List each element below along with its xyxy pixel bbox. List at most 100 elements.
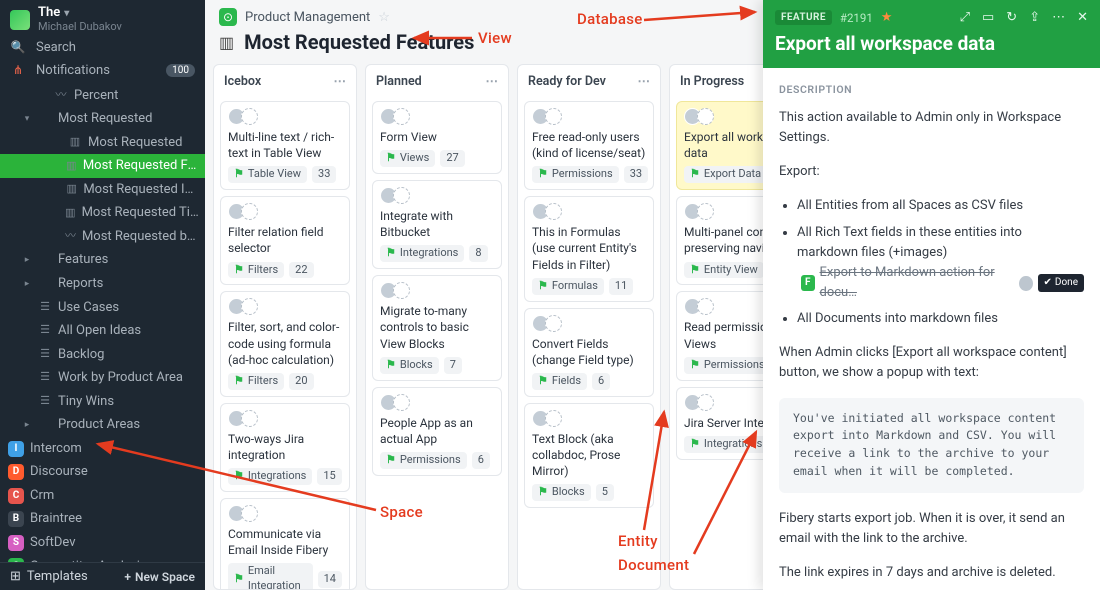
sidebar-item-label: All Open Ideas [58,322,141,340]
sidebar-item[interactable]: ▸Product Areas [0,413,205,437]
sidebar-space[interactable]: IIntercom [0,437,205,461]
card-title: Multi-line text / rich-text in Table Vie… [228,129,342,161]
detail-paragraph: The link expires in 7 days and archive i… [779,563,1084,583]
space-icon: B [8,511,24,527]
board-icon: ▥ [219,33,234,52]
card-tag: ⚑Filters [228,262,284,279]
avatar-placeholder-icon [241,108,258,125]
more-icon[interactable]: ⋯ [1052,10,1065,25]
search-row[interactable]: 🔍 Search [0,36,205,59]
detail-body: DESCRIPTION This action available to Adm… [763,68,1100,590]
view-icon: ☰ [38,370,52,385]
card-count: 11 [609,278,633,295]
sidebar-item[interactable]: ▸Reports [0,272,205,296]
sidebar-item[interactable]: ☰ All Open Ideas [0,319,205,343]
done-badge: ✔Done [1038,274,1084,292]
templates-label: Templates [27,569,88,584]
entity-detail-panel: FEATURE #2191 ★ ⤢ ▭ ↻ ⇪ ⋯ ✕ Export all w… [763,0,1100,590]
share-icon[interactable]: ⇪ [1029,10,1040,25]
tag-flag-icon: ⚑ [234,374,244,389]
templates-button[interactable]: ⊞ Templates [10,569,88,584]
card-tags: ⚑Views27 [380,150,494,167]
sidebar-space[interactable]: CCrm [0,484,205,508]
entity-card[interactable]: Free read-only users (kind of license/se… [524,101,654,190]
sidebar-item-label: Use Cases [58,299,119,317]
sidebar-item[interactable]: ☰Tiny Wins [0,390,205,414]
sidebar-item-label: Tiny Wins [58,393,114,411]
sidebar-space[interactable]: SSoftDev [0,531,205,555]
sidebar-item[interactable]: ☰Backlog [0,343,205,367]
column-menu-icon[interactable]: ⋯ [334,73,347,89]
card-count: 15 [317,468,341,485]
entity-card[interactable]: Convert Fields (change Field type)⚑Field… [524,308,654,397]
entity-card[interactable]: Form View⚑Views27 [372,101,502,174]
sidebar-item[interactable]: ▾Most Requested [0,107,205,131]
open-full-icon[interactable]: ⤢ [960,10,970,25]
detail-actions: ⤢ ▭ ↻ ⇪ ⋯ ✕ [960,10,1088,25]
space-label: Crm [30,487,54,505]
entity-card[interactable]: Communicate via Email Inside Fibery⚑Emai… [220,498,350,589]
entity-card[interactable]: Multi-line text / rich-text in Table Vie… [220,101,350,190]
sidebar-item[interactable]: 〰Percent [0,84,205,108]
sidebar-space[interactable]: CCompetitor Analysis [0,555,205,562]
card-tag: ⚑Integrations [380,245,464,262]
entity-card[interactable]: Text Block (aka collabdoc, Prose Mirror)… [524,403,654,508]
avatar-placeholder-icon [241,505,258,522]
sidebar-item[interactable]: ☰Use Cases [0,296,205,320]
linked-item-strike[interactable]: Export to Markdown action for docu… [820,263,1015,303]
card-count: 6 [472,452,490,469]
sidebar-item[interactable]: ▥Most Requested Features [0,154,205,178]
sidebar-item[interactable]: ▸Features [0,248,205,272]
sidebar-item-label: Reports [58,275,103,293]
entity-card[interactable]: Integrate with Bitbucket⚑Integrations8 [372,180,502,269]
space-label: Discourse [30,463,88,481]
new-space-button[interactable]: + New Space [124,570,195,584]
database-name[interactable]: Product Management [245,10,370,25]
card-avatars [380,394,494,411]
sidebar-space[interactable]: DDiscourse [0,460,205,484]
entity-card[interactable]: People App as an actual App⚑Permissions6 [372,387,502,476]
columns-icon[interactable]: ▭ [982,10,994,25]
avatar-placeholder-icon [697,108,714,125]
list-item: All Rich Text fields in these entities i… [797,223,1084,304]
entity-card[interactable]: Migrate to-many controls to basic View B… [372,275,502,380]
history-icon[interactable]: ↻ [1006,10,1017,25]
card-count: 20 [289,373,313,390]
notifications-row[interactable]: ⋔ Notifications 100 [0,59,205,82]
card-count: 33 [624,166,648,183]
card-avatars [380,108,494,125]
avatar-placeholder-icon [697,203,714,220]
column-menu-icon[interactable]: ⋯ [486,73,499,89]
sidebar-item[interactable]: ▥Most Requested [0,131,205,155]
close-icon[interactable]: ✕ [1077,10,1088,25]
column-menu-icon[interactable]: ⋯ [638,73,651,89]
detail-title: Export all workspace data [775,33,1088,56]
card-tag: ⚑Permissions [684,357,771,374]
card-tag: ⚑Views [380,150,435,167]
tag-flag-icon: ⚑ [386,246,396,261]
favorite-star-icon[interactable]: ★ [881,10,893,25]
card-tag: ⚑Filters [228,373,284,390]
workspace-switcher[interactable]: The ▾ Michael Dubakov [0,0,205,36]
view-icon: ☰ [38,323,52,338]
sidebar-item[interactable]: ▥Most Requested Insights [0,178,205,202]
card-count: 33 [312,166,336,183]
star-icon[interactable]: ☆ [378,10,390,25]
card-avatars [532,315,646,332]
tag-flag-icon: ⚑ [234,572,244,587]
sidebar-item-label: Most Requested [88,134,183,152]
entity-card[interactable]: Filter relation field selector⚑Filters22 [220,196,350,285]
tag-flag-icon: ⚑ [234,167,244,182]
sidebar-item[interactable]: ▥Most Requested Tiny Things [0,201,205,225]
database-icon: ⊙ [219,8,237,26]
column-header: Icebox⋯ [214,65,356,97]
card-title: Migrate to-many controls to basic View B… [380,303,494,352]
card-tag: ⚑Blocks [532,484,591,501]
sidebar-item[interactable]: 〰Most Requested by Product… [0,225,205,249]
sidebar-item[interactable]: ☰Work by Product Area [0,366,205,390]
entity-card[interactable]: This in Formulas (use current Entity's F… [524,196,654,301]
sidebar-tree: 〰Percent▾Most Requested▥Most Requested▥M… [0,82,205,562]
sidebar-space[interactable]: BBraintree [0,507,205,531]
entity-card[interactable]: Filter, sort, and color-code using formu… [220,291,350,396]
entity-card[interactable]: Two-ways Jira integration⚑Integrations15 [220,403,350,492]
